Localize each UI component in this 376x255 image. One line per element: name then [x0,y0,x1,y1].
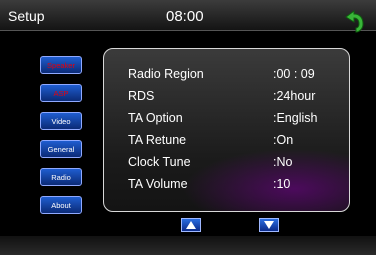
setting-row-ta-option[interactable]: TA Option :English [128,111,343,131]
setting-row-rds[interactable]: RDS :24hour [128,89,343,109]
setting-value: :10 [273,177,291,191]
setting-row-clock-tune[interactable]: Clock Tune :No [128,155,343,175]
setting-row-radio-region[interactable]: Radio Region :00 : 09 [128,67,343,87]
scroll-up-button[interactable] [181,218,201,232]
page-title: Setup [8,8,45,24]
header-bar: Setup 08:00 [0,0,376,31]
setting-row-ta-volume[interactable]: TA Volume :10 [128,177,343,197]
footer-bar [0,236,376,255]
setting-value: :On [273,133,294,147]
sidebar-item-video[interactable]: Video [40,112,82,130]
sidebar: Speaker ASP Video General Radio About [40,56,84,224]
setting-row-ta-retune[interactable]: TA Retune :On [128,133,343,153]
chevron-up-icon [186,221,196,229]
scroll-down-button[interactable] [259,218,279,232]
settings-panel: Radio Region :00 : 09 RDS :24hour TA Opt… [103,48,350,212]
setting-label: TA Retune [128,133,187,147]
sidebar-item-radio[interactable]: Radio [40,168,82,186]
clock-display: 08:00 [166,8,204,25]
setting-label: TA Volume [128,177,188,191]
sidebar-item-about[interactable]: About [40,196,82,214]
sidebar-item-asp[interactable]: ASP [40,84,82,102]
setting-label: TA Option [128,111,183,125]
setting-value: :No [273,155,293,169]
setting-label: Radio Region [128,67,204,81]
chevron-down-icon [264,221,274,229]
setting-label: Clock Tune [128,155,191,169]
back-arrow-icon [345,10,364,33]
back-button[interactable] [340,9,366,35]
sidebar-item-speaker[interactable]: Speaker [40,56,82,74]
setting-value: :24hour [273,89,316,103]
setting-value: :English [273,111,318,125]
setting-label: RDS [128,89,155,103]
sidebar-item-general[interactable]: General [40,140,82,158]
setting-value: :00 : 09 [273,67,315,81]
